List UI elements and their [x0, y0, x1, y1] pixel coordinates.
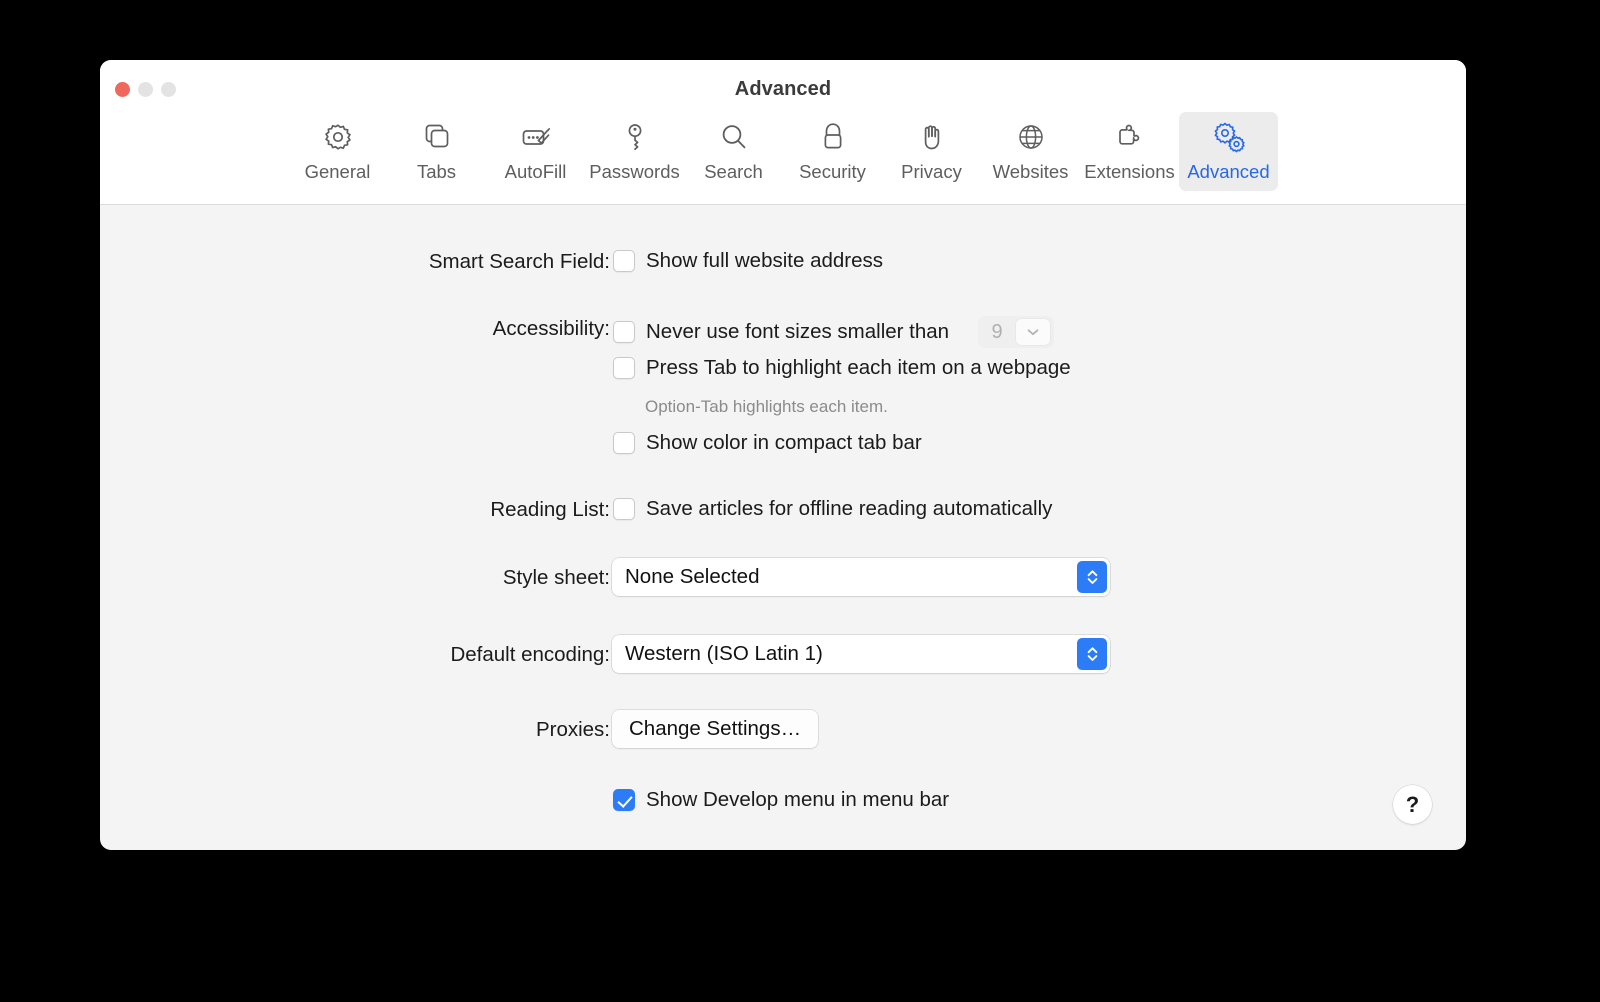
reading-list-label: Reading List:	[190, 498, 610, 522]
tab-label: Websites	[993, 161, 1069, 183]
never-use-font-sizes-checkbox[interactable]: Never use font sizes smaller than 9	[613, 316, 1054, 348]
globe-icon	[1014, 120, 1048, 154]
checkbox-box[interactable]	[613, 789, 635, 811]
tab-label: AutoFill	[505, 161, 567, 183]
checkbox-box[interactable]	[613, 321, 635, 343]
style-sheet-value: None Selected	[612, 565, 759, 589]
proxies-label: Proxies:	[190, 718, 610, 742]
tab-label: Extensions	[1084, 161, 1175, 183]
tabs-icon	[420, 120, 454, 154]
gear-icon	[321, 120, 355, 154]
window-toolbar: Advanced General Tabs	[100, 60, 1466, 205]
checkbox-label: Save articles for offline reading automa…	[646, 497, 1052, 521]
tab-autofill[interactable]: AutoFill	[486, 112, 585, 191]
tab-security[interactable]: Security	[783, 112, 882, 191]
smart-search-field-label: Smart Search Field:	[190, 250, 610, 274]
tab-label: Advanced	[1187, 161, 1269, 183]
show-develop-menu-checkbox[interactable]: Show Develop menu in menu bar	[613, 788, 949, 812]
tab-general[interactable]: General	[288, 112, 387, 191]
updown-chevron-icon[interactable]	[1077, 561, 1107, 593]
checkbox-box[interactable]	[613, 498, 635, 520]
tab-label: Passwords	[589, 161, 679, 183]
press-tab-highlight-checkbox[interactable]: Press Tab to highlight each item on a we…	[613, 356, 1071, 380]
updown-chevron-icon[interactable]	[1077, 638, 1107, 670]
tab-passwords[interactable]: Passwords	[585, 112, 684, 191]
option-tab-hint-text: Option-Tab highlights each item.	[645, 397, 888, 417]
puzzle-icon	[1113, 120, 1147, 154]
preferences-tab-bar: General Tabs	[100, 112, 1466, 191]
style-sheet-popup-button[interactable]: None Selected	[612, 558, 1110, 596]
checkbox-box[interactable]	[613, 432, 635, 454]
checkbox-box[interactable]	[613, 357, 635, 379]
checkbox-box[interactable]	[613, 250, 635, 272]
style-sheet-label: Style sheet:	[190, 566, 610, 590]
help-button[interactable]: ?	[1393, 785, 1432, 824]
checkbox-label: Press Tab to highlight each item on a we…	[646, 356, 1071, 380]
show-color-compact-tab-bar-checkbox[interactable]: Show color in compact tab bar	[613, 431, 922, 455]
tab-label: Tabs	[417, 161, 456, 183]
preferences-content-advanced: Smart Search Field: Show full website ad…	[100, 205, 1466, 850]
save-articles-offline-checkbox[interactable]: Save articles for offline reading automa…	[613, 497, 1052, 521]
page-title: Advanced	[100, 78, 1466, 101]
key-icon	[618, 120, 652, 154]
autofill-icon	[519, 120, 553, 154]
tab-privacy[interactable]: Privacy	[882, 112, 981, 191]
checkbox-label: Show color in compact tab bar	[646, 431, 922, 455]
checkbox-label: Never use font sizes smaller than	[646, 320, 949, 344]
change-settings-button[interactable]: Change Settings…	[612, 710, 818, 748]
checkbox-label: Show full website address	[646, 249, 883, 273]
tab-label: Security	[799, 161, 866, 183]
tab-websites[interactable]: Websites	[981, 112, 1080, 191]
default-encoding-popup-button[interactable]: Western (ISO Latin 1)	[612, 635, 1110, 673]
hand-icon	[915, 120, 949, 154]
tab-tabs[interactable]: Tabs	[387, 112, 486, 191]
gears-icon	[1210, 120, 1248, 154]
show-full-website-address-checkbox[interactable]: Show full website address	[613, 249, 883, 273]
minimum-font-size-popup[interactable]: 9	[978, 316, 1054, 348]
search-icon	[717, 120, 751, 154]
tab-label: Privacy	[901, 161, 962, 183]
tab-search[interactable]: Search	[684, 112, 783, 191]
chevron-down-icon[interactable]	[1016, 319, 1050, 345]
lock-icon	[816, 120, 850, 154]
tab-label: General	[305, 161, 371, 183]
default-encoding-label: Default encoding:	[190, 643, 610, 667]
minimum-font-size-value: 9	[978, 321, 1016, 344]
tab-extensions[interactable]: Extensions	[1080, 112, 1179, 191]
accessibility-label: Accessibility:	[190, 317, 610, 341]
tab-advanced[interactable]: Advanced	[1179, 112, 1278, 191]
default-encoding-value: Western (ISO Latin 1)	[612, 642, 823, 666]
checkbox-label: Show Develop menu in menu bar	[646, 788, 949, 812]
tab-label: Search	[704, 161, 763, 183]
preferences-window: Advanced General Tabs	[100, 60, 1466, 850]
